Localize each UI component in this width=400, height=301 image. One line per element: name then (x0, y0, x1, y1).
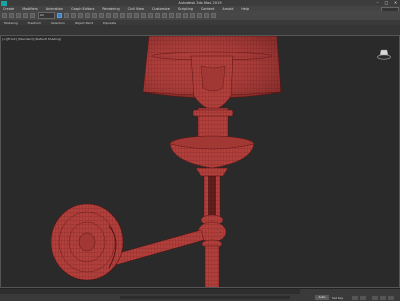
snaps-toggle-button[interactable] (127, 13, 132, 18)
menu-item-create[interactable]: Create (3, 7, 14, 11)
menu-item-modifiers[interactable]: Modifiers (22, 7, 37, 11)
selection-filter-dropdown[interactable]: All (38, 12, 55, 19)
select-by-name-button[interactable] (64, 13, 69, 18)
menu-item-help[interactable]: Help (241, 7, 249, 11)
status-bar: Auto Set Key (0, 288, 400, 301)
auto-key-button[interactable]: Auto (315, 295, 329, 300)
menu-item-graph-editors[interactable]: Graph Editors (71, 7, 94, 11)
render-button[interactable] (211, 13, 216, 18)
select-and-place-button[interactable] (106, 13, 111, 18)
menu-item-content[interactable]: Content (201, 7, 215, 11)
angle-snap-button[interactable] (134, 13, 139, 18)
curve-editor-button[interactable] (176, 13, 181, 18)
select-and-scale-button[interactable] (99, 13, 104, 18)
lower-stem[interactable] (204, 245, 220, 288)
render-setup-button[interactable] (197, 13, 202, 18)
stem-knuckle[interactable] (197, 214, 227, 249)
select-and-rotate-button[interactable] (92, 13, 97, 18)
lamp-socket[interactable] (190, 55, 234, 111)
select-object-button[interactable] (57, 13, 62, 18)
menu-item-animation[interactable]: Animation (46, 7, 63, 11)
orbit-button[interactable] (388, 296, 394, 300)
layer-explorer-button[interactable] (169, 13, 174, 18)
tab-freeform[interactable]: Freeform (28, 21, 41, 25)
tab-populate[interactable]: Populate (103, 21, 116, 25)
percent-snap-button[interactable] (141, 13, 146, 18)
select-and-move-button[interactable] (85, 13, 90, 18)
window-title: Autodesk 3ds Max 2019 (178, 1, 222, 5)
viewcube-icon[interactable] (377, 48, 391, 60)
play-button[interactable] (352, 296, 358, 300)
drip-bowl[interactable] (169, 135, 255, 177)
bind-space-warp-button[interactable] (30, 13, 35, 18)
status-prompt-area (120, 296, 290, 299)
main-toolbar: All (0, 11, 400, 20)
menu-item-rendering[interactable]: Rendering (102, 7, 119, 11)
zoom-extents-button[interactable] (372, 296, 378, 300)
close-button[interactable]: ✕ (393, 0, 398, 5)
set-key-label[interactable]: Set Key (332, 296, 343, 300)
window-controls: – □ ✕ (375, 0, 398, 5)
minimize-button[interactable]: – (375, 0, 380, 5)
schematic-view-button[interactable] (183, 13, 188, 18)
wall-rosette[interactable] (50, 203, 124, 281)
viewport-front[interactable]: [+][Front] [Standard] [Default Shading] (0, 35, 400, 288)
link-button[interactable] (16, 13, 21, 18)
maximize-button[interactable]: □ (384, 0, 389, 5)
redo-button[interactable] (9, 13, 14, 18)
undo-button[interactable] (2, 13, 7, 18)
menu-item-customize[interactable]: Customize (152, 7, 170, 11)
rectangular-selection-button[interactable] (71, 13, 76, 18)
window-crossing-button[interactable] (78, 13, 83, 18)
menu-item-arnold[interactable]: Arnold (222, 7, 233, 11)
reference-coordinate-button[interactable] (113, 13, 118, 18)
unlink-button[interactable] (23, 13, 28, 18)
menu-item-civil-view[interactable]: Civil View (128, 7, 144, 11)
rendered-frame-button[interactable] (204, 13, 209, 18)
tab-object-paint[interactable]: Object Paint (75, 21, 93, 25)
lamp-model[interactable] (1, 36, 400, 288)
next-frame-button[interactable] (360, 296, 366, 300)
timeline-slider[interactable] (0, 289, 300, 294)
mirror-button[interactable] (155, 13, 160, 18)
material-editor-button[interactable] (190, 13, 195, 18)
align-button[interactable] (162, 13, 167, 18)
tab-selection[interactable]: Selection (51, 21, 65, 25)
tab-modeling[interactable]: Modeling (4, 21, 18, 25)
spinner-snap-button[interactable] (148, 13, 153, 18)
candle-column[interactable] (192, 107, 234, 139)
pivot-center-button[interactable] (120, 13, 125, 18)
pan-view-button[interactable] (380, 296, 386, 300)
menu-item-scripting[interactable]: Scripting (178, 7, 193, 11)
